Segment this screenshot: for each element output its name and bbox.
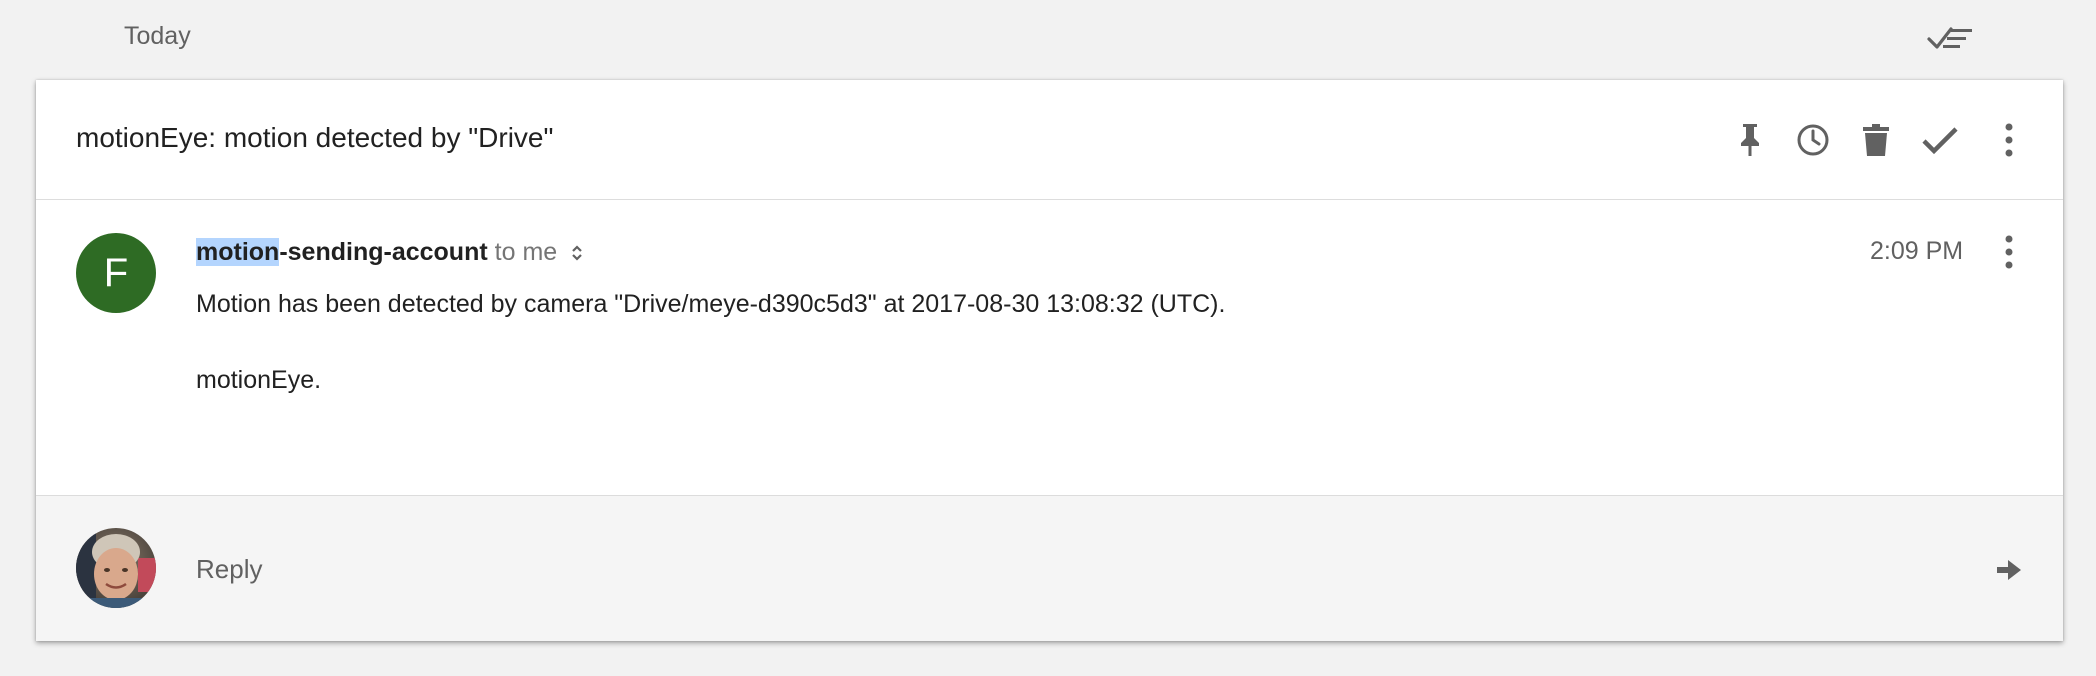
check-icon	[1922, 127, 1958, 155]
sweep-done-icon	[1927, 27, 1972, 49]
done-button[interactable]	[1918, 118, 1962, 162]
section-header: Today	[0, 0, 2096, 78]
unfold-icon	[572, 244, 582, 261]
trash-icon	[1863, 124, 1889, 156]
pin-icon	[1741, 124, 1759, 156]
section-title: Today	[124, 22, 191, 50]
sender-name-rest: -sending-account	[279, 238, 488, 266]
user-photo	[76, 528, 156, 608]
trash-button[interactable]	[1854, 118, 1898, 162]
thread-subject: motionEye: motion detected by "Drive"	[76, 122, 554, 153]
thread-card: motionEye: motion detected by "Drive" F …	[36, 80, 2063, 641]
sender-name[interactable]: motion-sending-account	[196, 238, 488, 267]
reply-bar[interactable]	[36, 495, 2063, 641]
arrow-right-icon	[1997, 560, 2021, 580]
message-more-button[interactable]	[1987, 230, 2031, 274]
thread-header: motionEye: motion detected by "Drive"	[36, 80, 2063, 200]
pin-button[interactable]	[1728, 118, 1772, 162]
snooze-button[interactable]	[1791, 118, 1835, 162]
message-body-line: Motion has been detected by camera "Driv…	[196, 290, 1226, 318]
expand-details-button[interactable]	[565, 241, 589, 265]
user-avatar	[76, 528, 156, 608]
more-vert-icon	[2005, 235, 2013, 269]
message-body-signature: motionEye.	[196, 366, 322, 394]
sender-avatar[interactable]: F	[76, 233, 156, 313]
sender-name-highlight: motion	[196, 238, 280, 266]
sender-line: motion-sending-account to me	[196, 238, 589, 267]
thread-more-button[interactable]	[1987, 118, 2031, 162]
recipient-label: to me	[494, 238, 558, 266]
avatar-letter: F	[103, 250, 129, 295]
clock-icon	[1797, 124, 1829, 156]
message-time: 2:09 PM	[1870, 237, 1964, 265]
reply-input[interactable]: Reply	[196, 554, 262, 585]
sweep-button[interactable]	[1922, 18, 1978, 58]
more-vert-icon	[2005, 123, 2013, 157]
reply-send-button[interactable]	[1989, 552, 2029, 588]
